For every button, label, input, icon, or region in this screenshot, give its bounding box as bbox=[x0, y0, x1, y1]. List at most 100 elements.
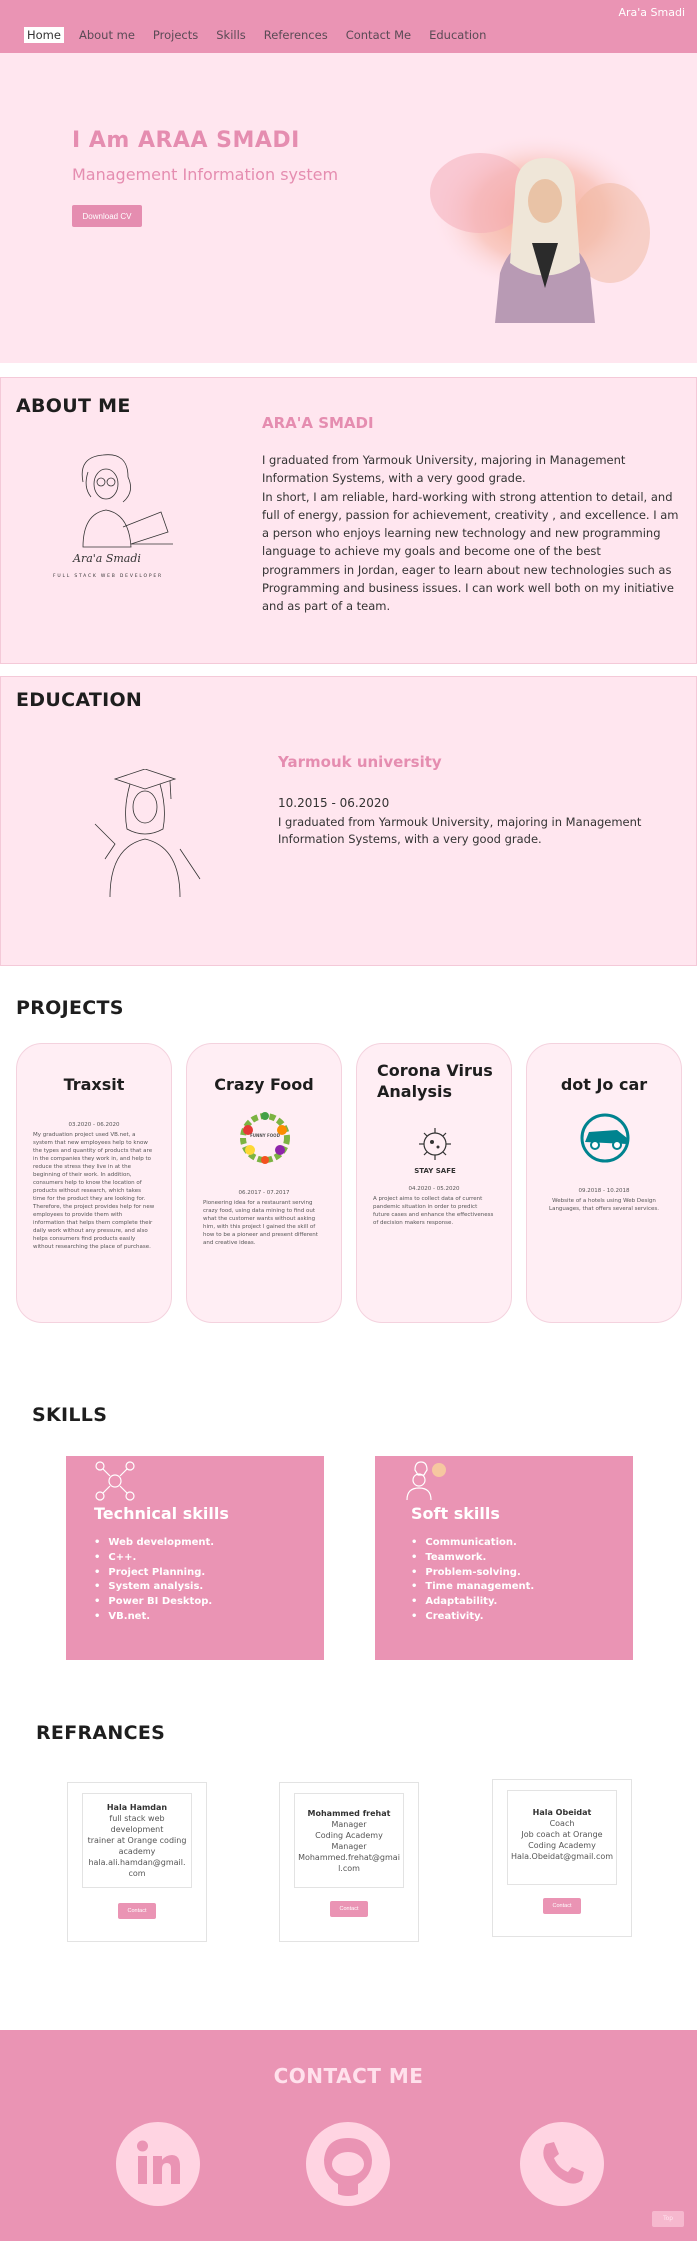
hero-title: I Am ARAA SMADI bbox=[72, 128, 300, 153]
skill-item: Web development. bbox=[94, 1536, 214, 1551]
scroll-top-button[interactable]: Top bbox=[652, 2211, 684, 2227]
soft-skills-list: Communication. Teamwork. Problem-solving… bbox=[411, 1536, 534, 1625]
skill-item: Teamwork. bbox=[411, 1551, 534, 1566]
hero-section: I Am ARAA SMADI Management Information s… bbox=[0, 53, 697, 363]
reference-details: Hala Hamdan full stack web development t… bbox=[82, 1793, 192, 1888]
reference-line: Coach bbox=[549, 1819, 575, 1828]
project-card-dot-jo-car[interactable]: dot Jo car 09.2018 - 10.2018 Website of … bbox=[526, 1043, 682, 1323]
reference-card-mohammed-frehat: Mohammed frehat Manager Coding Academy M… bbox=[279, 1782, 419, 1942]
reference-card-hala-obeidat: Hala Obeidat Coach Job coach at Orange C… bbox=[492, 1779, 632, 1937]
nav-links: Home About me Projects Skills References… bbox=[24, 27, 489, 43]
skill-item: System analysis. bbox=[94, 1580, 214, 1595]
nav-link-references[interactable]: References bbox=[261, 27, 331, 43]
about-name: ARA'A SMADI bbox=[262, 414, 374, 432]
project-title: dot Jo car bbox=[560, 1075, 648, 1094]
reference-name: Hala Hamdan bbox=[106, 1803, 168, 1812]
brand-name[interactable]: Ara'a Smadi bbox=[618, 6, 685, 19]
download-cv-button[interactable]: Download CV bbox=[72, 205, 142, 227]
reference-line: com bbox=[128, 1869, 146, 1878]
education-text: I graduated from Yarmouk University, maj… bbox=[278, 815, 642, 846]
project-date: 03.2020 - 06.2020 bbox=[68, 1122, 120, 1128]
profile-photo bbox=[430, 133, 650, 323]
project-date: 09.2018 - 10.2018 bbox=[578, 1188, 630, 1194]
reference-details: Hala Obeidat Coach Job coach at Orange C… bbox=[507, 1790, 617, 1885]
linkedin-icon[interactable] bbox=[116, 2122, 200, 2206]
reference-card-hala-hamdan: Hala Hamdan full stack web development t… bbox=[67, 1782, 207, 1942]
reference-line: full stack web bbox=[109, 1814, 165, 1823]
education-dates: 10.2015 - 06.2020 bbox=[278, 796, 390, 810]
technical-skills-title: Technical skills bbox=[94, 1504, 229, 1523]
project-title: Corona Virus Analysis bbox=[377, 1061, 493, 1101]
contact-button[interactable]: Contact bbox=[330, 1901, 368, 1917]
project-date: 04.2020 - 05.2020 bbox=[408, 1186, 460, 1192]
stay-safe-text: STAY SAFE bbox=[414, 1167, 456, 1175]
nav-link-home[interactable]: Home bbox=[24, 27, 64, 43]
projects-heading: PROJECTS bbox=[16, 997, 124, 1019]
skill-item: Time management. bbox=[411, 1580, 534, 1595]
skill-item: Project Planning. bbox=[94, 1566, 214, 1581]
project-card-corona[interactable]: Corona Virus Analysis STAY SAFE 04.2020 … bbox=[356, 1043, 512, 1323]
project-card-crazy-food[interactable]: Crazy Food FUNNY FOOD 06.2017 - 07.2017 … bbox=[186, 1043, 342, 1323]
idea-person-icon bbox=[406, 1461, 446, 1501]
food-wreath-icon: FUNNY FOOD bbox=[240, 1112, 290, 1164]
reference-line: Mohammed.frehat@gmai bbox=[298, 1853, 400, 1862]
reference-details: Mohammed frehat Manager Coding Academy M… bbox=[294, 1793, 404, 1888]
soft-skills-title: Soft skills bbox=[411, 1504, 500, 1523]
reference-line: hala.ali.hamdan@gmail. bbox=[88, 1858, 186, 1867]
reference-line: Coding Academy bbox=[528, 1841, 596, 1850]
soft-skills-box: Soft skills Communication. Teamwork. Pro… bbox=[375, 1456, 633, 1660]
reference-line: Hala.Obeidat@gmail.com bbox=[510, 1852, 614, 1861]
project-card-traxsit[interactable]: Traxsit 03.2020 - 06.2020 My graduation … bbox=[16, 1043, 172, 1323]
education-section: EDUCATION Yarmouk university 10.2015 - 0… bbox=[0, 676, 697, 966]
about-text: I graduated from Yarmouk University, maj… bbox=[262, 451, 682, 616]
nav-link-projects[interactable]: Projects bbox=[150, 27, 201, 43]
illus-caption: FULL STACK WEB DEVELOPER bbox=[53, 573, 163, 579]
nav-link-skills[interactable]: Skills bbox=[213, 27, 249, 43]
projects-cards: Traxsit 03.2020 - 06.2020 My graduation … bbox=[0, 1043, 697, 1325]
contact-button[interactable]: Contact bbox=[543, 1898, 581, 1914]
education-university: Yarmouk university bbox=[278, 753, 442, 771]
nav-link-about[interactable]: About me bbox=[76, 27, 138, 43]
skill-item: VB.net. bbox=[94, 1610, 214, 1625]
skill-item: Communication. bbox=[411, 1536, 534, 1551]
reference-name: Hala Obeidat bbox=[532, 1808, 592, 1817]
education-heading: EDUCATION bbox=[16, 689, 143, 711]
network-icon bbox=[95, 1461, 135, 1501]
skill-item: Adaptability. bbox=[411, 1595, 534, 1610]
reference-line: academy bbox=[118, 1847, 156, 1856]
project-description: Website of a hotels using Web Design Lan… bbox=[549, 1198, 659, 1212]
technical-skills-box: Technical skills Web development. C++. P… bbox=[66, 1456, 324, 1660]
project-date: 06.2017 - 07.2017 bbox=[238, 1190, 290, 1196]
skills-heading: SKILLS bbox=[32, 1404, 108, 1426]
project-description: My graduation project used VB.net, a sys… bbox=[33, 1132, 155, 1250]
contact-heading: CONTACT ME bbox=[273, 2064, 424, 2088]
reference-line: Job coach at Orange bbox=[521, 1830, 603, 1839]
hero-subtitle: Management Information system bbox=[72, 165, 339, 184]
skill-item: Power BI Desktop. bbox=[94, 1595, 214, 1610]
project-description: Pioneering idea for a restaurant serving… bbox=[203, 1200, 318, 1246]
reference-line: development bbox=[110, 1825, 164, 1834]
nav-link-education[interactable]: Education bbox=[426, 27, 489, 43]
project-title: Crazy Food bbox=[214, 1075, 314, 1094]
skill-item: C++. bbox=[94, 1551, 214, 1566]
graduate-illustration bbox=[94, 769, 201, 897]
reference-line: Manager bbox=[331, 1842, 367, 1851]
skill-item: Creativity. bbox=[411, 1610, 534, 1625]
top-navbar: Ara'a Smadi Home About me Projects Skill… bbox=[0, 0, 697, 53]
technical-skills-list: Web development. C++. Project Planning. … bbox=[94, 1536, 214, 1625]
github-icon[interactable] bbox=[306, 2122, 390, 2206]
food-icon-text: FUNNY FOOD bbox=[250, 1133, 280, 1138]
nav-link-contact[interactable]: Contact Me bbox=[343, 27, 414, 43]
about-paragraph-1: I graduated from Yarmouk University, maj… bbox=[262, 453, 626, 486]
about-section: ABOUT ME Ara'a Smadi FULL STACK WEB DEVE… bbox=[0, 377, 697, 664]
project-title: Traxsit bbox=[63, 1075, 125, 1094]
reference-name: Mohammed frehat bbox=[307, 1809, 391, 1818]
phone-icon[interactable] bbox=[520, 2122, 604, 2206]
about-paragraph-2: In short, I am reliable, hard-working wi… bbox=[262, 489, 679, 614]
contact-section: CONTACT ME bbox=[0, 2030, 697, 2241]
skill-item: Problem-solving. bbox=[411, 1566, 534, 1581]
illus-signature: Ara'a Smadi bbox=[72, 552, 141, 565]
contact-button[interactable]: Contact bbox=[118, 1903, 156, 1919]
reference-line: l.com bbox=[338, 1864, 360, 1873]
car-logo-icon bbox=[580, 1113, 630, 1163]
